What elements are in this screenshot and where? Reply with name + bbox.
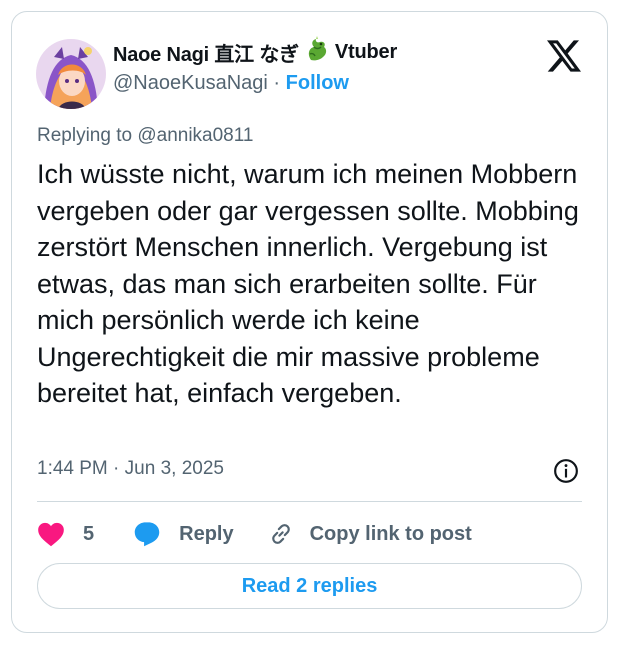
copy-link-button[interactable]: Copy link to post bbox=[268, 521, 472, 547]
handle-separator: · bbox=[273, 72, 281, 94]
heart-icon bbox=[38, 522, 64, 547]
tweet-timestamp[interactable]: 1:44 PM · Jun 3, 2025 bbox=[37, 458, 224, 480]
like-button[interactable]: 5 bbox=[37, 521, 94, 547]
replying-to-line: Replying to @annika0811 bbox=[37, 125, 253, 147]
reply-label: Reply bbox=[179, 522, 234, 545]
avatar-image bbox=[36, 39, 106, 109]
copy-link-label: Copy link to post bbox=[309, 522, 472, 545]
like-count: 5 bbox=[83, 522, 95, 545]
author-display-name[interactable]: Naoe Nagi 直江 なぎ bbox=[113, 38, 299, 67]
replying-to-handle[interactable]: @annika0811 bbox=[137, 125, 253, 146]
meta-separator: · bbox=[113, 458, 120, 479]
author-name-row[interactable]: Naoe Nagi 直江 なぎ Vtuber bbox=[113, 36, 398, 68]
divider bbox=[37, 501, 582, 502]
author-handle[interactable]: @NaoeKusaNagi bbox=[113, 72, 268, 94]
author-name-suffix: Vtuber bbox=[334, 40, 398, 63]
tweet-card: Naoe Nagi 直江 なぎ Vtuber @NaoeKusaNagi · F… bbox=[11, 11, 608, 633]
tweet-time: 1:44 PM bbox=[37, 458, 108, 479]
dragon-emoji-icon bbox=[305, 36, 329, 68]
reply-button[interactable]: Reply bbox=[133, 521, 234, 547]
tweet-date: Jun 3, 2025 bbox=[124, 458, 224, 479]
read-replies-button[interactable]: Read 2 replies bbox=[37, 563, 582, 609]
speech-bubble-icon bbox=[134, 522, 160, 547]
author-handle-row: @NaoeKusaNagi · Follow bbox=[113, 72, 349, 95]
follow-button[interactable]: Follow bbox=[286, 72, 349, 94]
tweet-text: Ich wüsste nicht, warum ich meinen Mobbe… bbox=[37, 159, 579, 408]
avatar[interactable] bbox=[36, 39, 106, 109]
link-icon bbox=[271, 524, 290, 544]
read-replies-label: Read 2 replies bbox=[241, 574, 378, 597]
action-bar: 5 Reply Copy link to post bbox=[37, 516, 472, 552]
info-icon[interactable] bbox=[553, 458, 579, 484]
replying-prefix: Replying to bbox=[37, 125, 133, 146]
x-logo-icon[interactable] bbox=[547, 40, 581, 72]
